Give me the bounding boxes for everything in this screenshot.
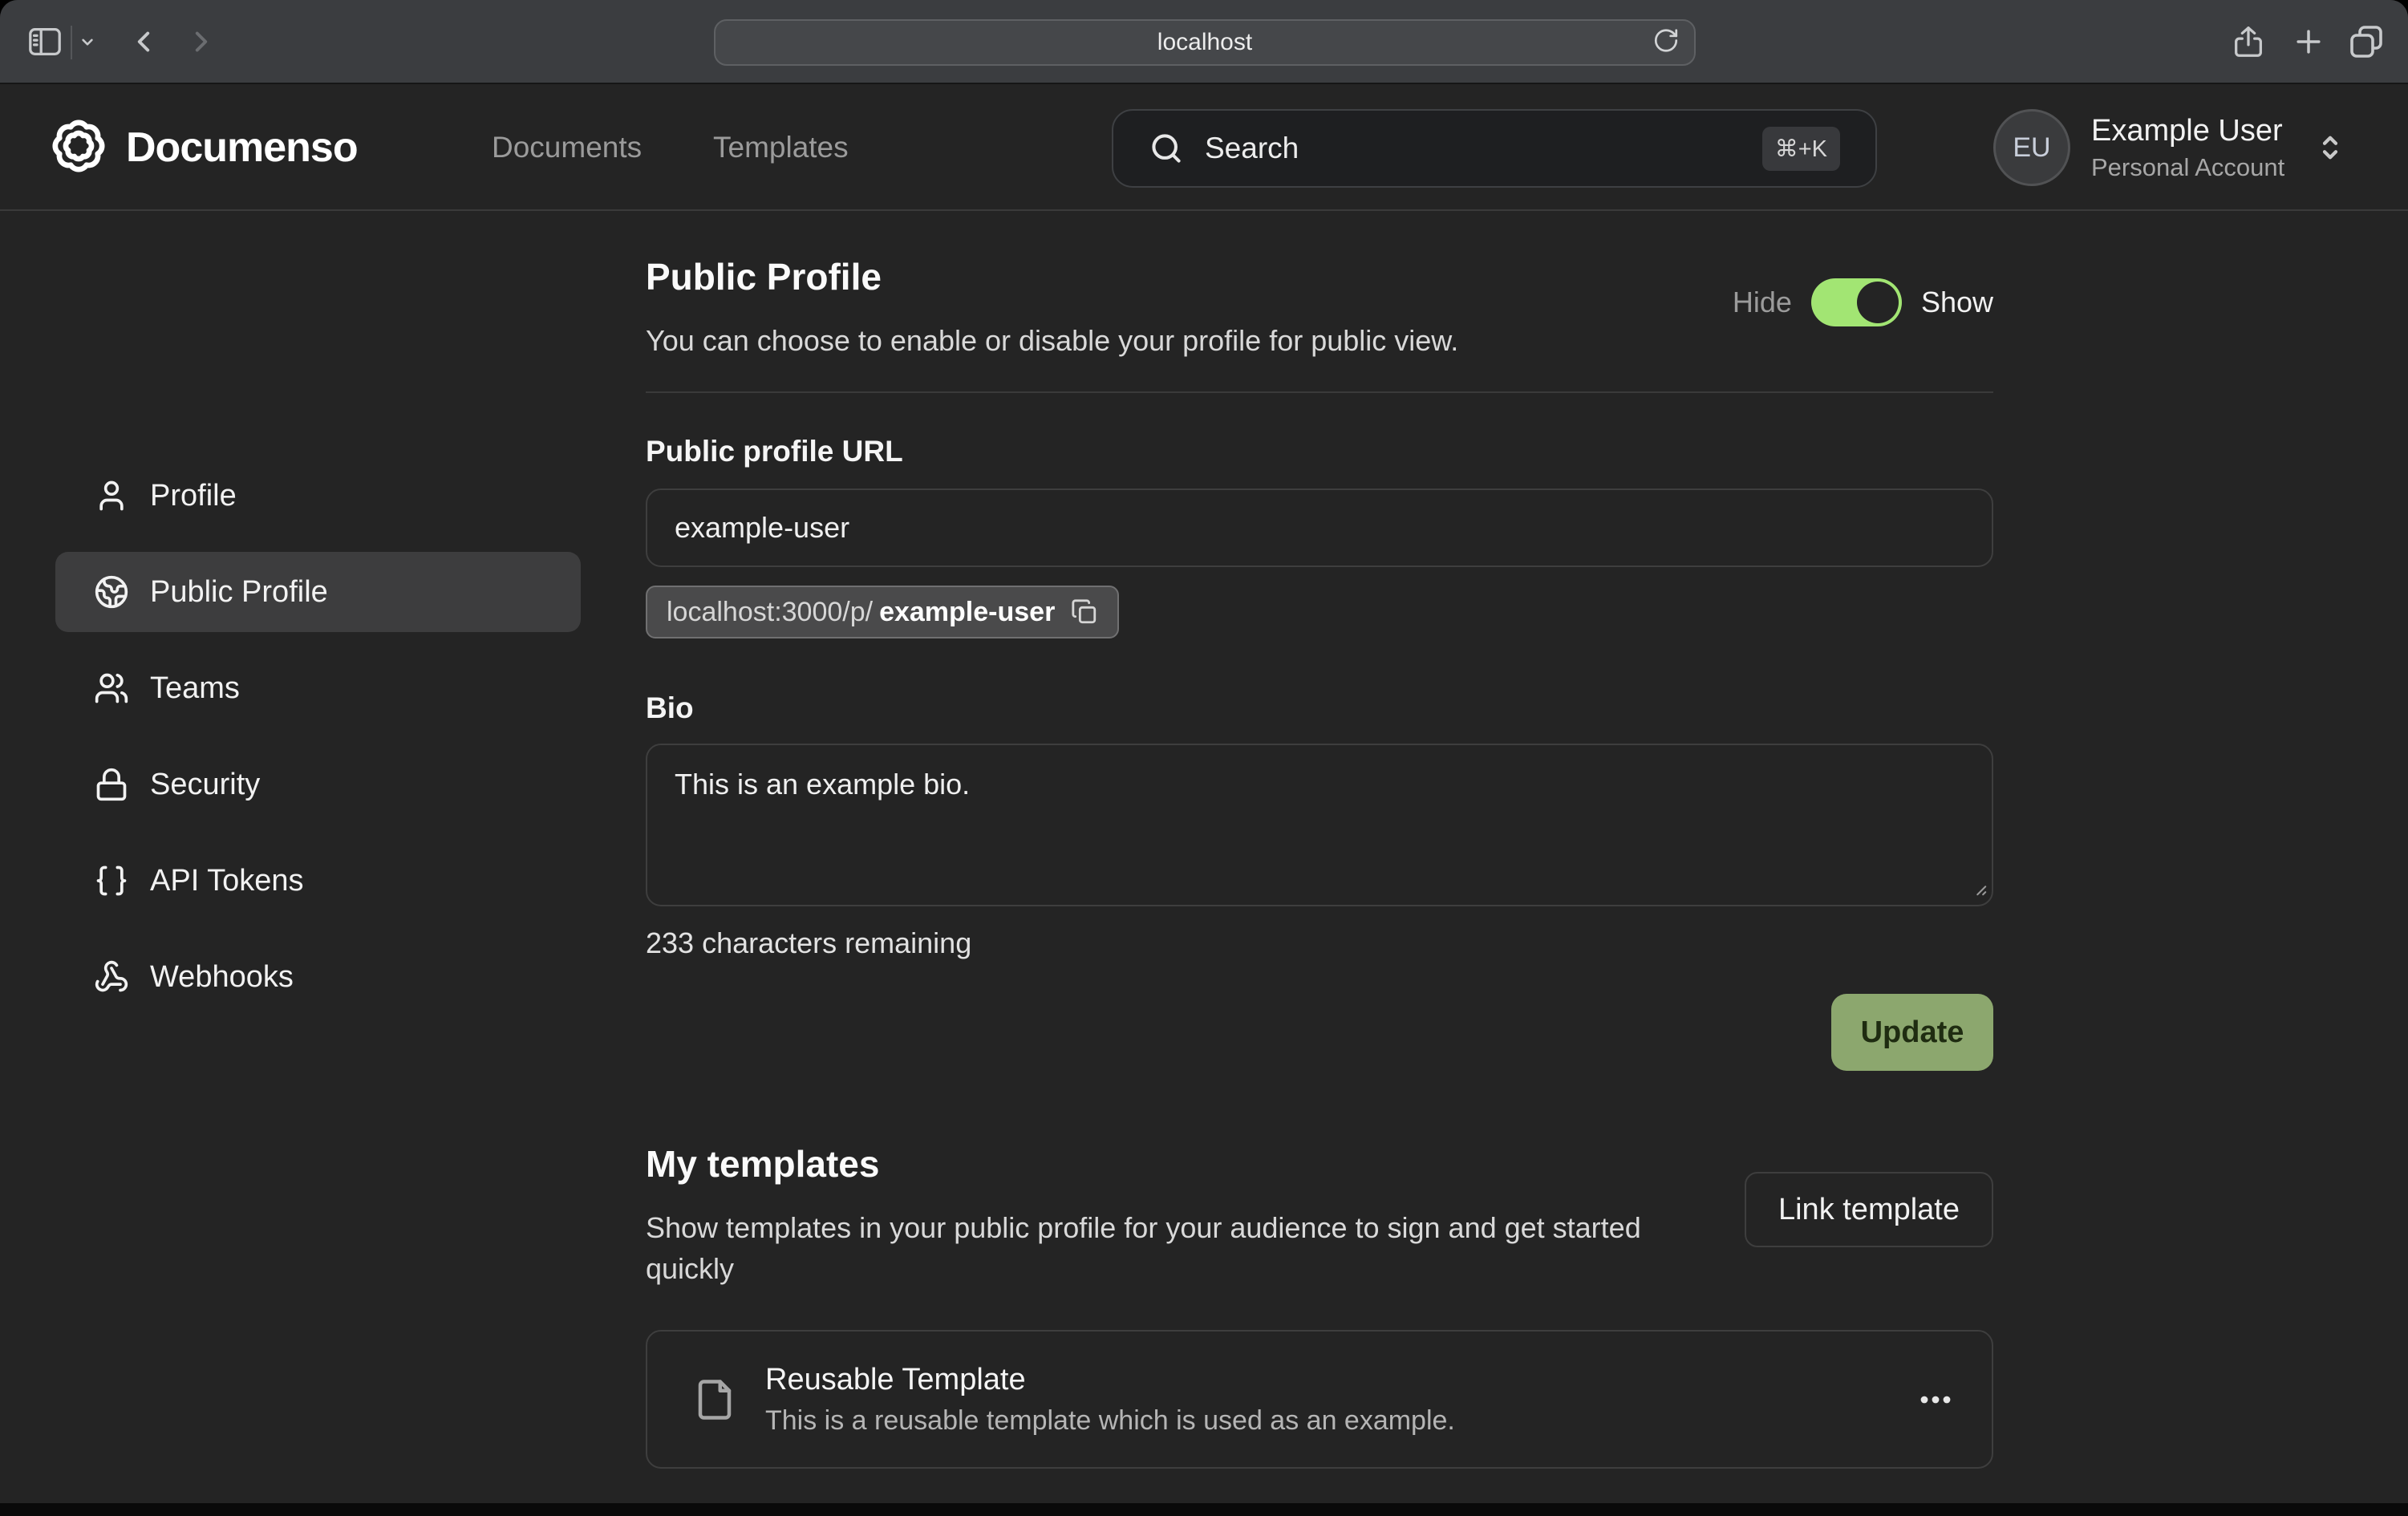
page-title: Public Profile xyxy=(646,255,882,298)
refresh-icon[interactable] xyxy=(1652,27,1680,59)
account-type: Personal Account xyxy=(2091,153,2284,182)
sidebar-item-label: Webhooks xyxy=(150,960,294,995)
settings-sidebar: Profile Public Profile Teams Security AP… xyxy=(55,456,581,1033)
page-subtitle: You can choose to enable or disable your… xyxy=(646,324,1458,358)
avatar: EU xyxy=(1993,109,2070,186)
profile-url-copy-pill[interactable]: localhost:3000/p/ example-user xyxy=(646,586,1119,638)
braces-icon xyxy=(94,863,129,898)
webhook-icon xyxy=(94,959,129,995)
nav-documents[interactable]: Documents xyxy=(492,86,642,209)
nav-templates[interactable]: Templates xyxy=(713,86,849,209)
tab-overview-icon[interactable] xyxy=(2347,22,2386,61)
my-templates-description: Show templates in your public profile fo… xyxy=(646,1207,1697,1289)
user-icon xyxy=(94,478,129,513)
forward-icon[interactable] xyxy=(184,25,218,59)
template-list-item[interactable]: Reusable Template This is a reusable tem… xyxy=(646,1330,1993,1469)
sidebar-item-teams[interactable]: Teams xyxy=(55,648,581,728)
back-icon[interactable] xyxy=(127,25,160,59)
users-icon xyxy=(94,671,129,706)
sidebar-item-label: Security xyxy=(150,768,260,802)
public-profile-url-input[interactable] xyxy=(646,488,1993,567)
bottom-edge xyxy=(0,1503,2408,1516)
template-name: Reusable Template xyxy=(765,1363,1455,1397)
share-icon[interactable] xyxy=(2230,22,2267,62)
public-profile-url-label: Public profile URL xyxy=(646,435,903,468)
app-header: Documenso Documents Templates Search ⌘+K… xyxy=(0,86,2408,211)
lock-icon xyxy=(94,767,129,802)
link-template-button[interactable]: Link template xyxy=(1745,1172,1993,1247)
search-input[interactable]: Search ⌘+K xyxy=(1112,109,1877,188)
template-description: This is a reusable template which is use… xyxy=(765,1405,1455,1437)
browser-window: localhost Documenso Documents Te xyxy=(0,0,2408,1516)
sidebar-toggle-icon[interactable] xyxy=(25,23,65,60)
account-name: Example User xyxy=(2091,114,2284,148)
account-menu[interactable]: EU Example User Personal Account xyxy=(1993,86,2347,209)
new-tab-icon[interactable] xyxy=(2291,24,2326,59)
profile-url-slug: example-user xyxy=(879,597,1055,628)
sidebar-item-public-profile[interactable]: Public Profile xyxy=(55,552,581,632)
sidebar-item-label: API Tokens xyxy=(150,864,304,898)
toggle-knob xyxy=(1857,282,1899,323)
my-templates-title: My templates xyxy=(646,1142,879,1186)
hide-label: Hide xyxy=(1733,286,1792,319)
sidebar-item-label: Teams xyxy=(150,671,240,706)
characters-remaining: 233 characters remaining xyxy=(646,926,971,960)
documenso-logo-icon xyxy=(51,118,107,178)
browser-toolbar: localhost xyxy=(0,0,2408,84)
address-bar-url: localhost xyxy=(1157,29,1252,56)
copy-icon[interactable] xyxy=(1071,598,1098,626)
update-button[interactable]: Update xyxy=(1831,994,1993,1071)
resize-handle-icon[interactable] xyxy=(1964,874,1988,902)
template-more-menu-icon[interactable] xyxy=(1916,1390,1955,1409)
brand[interactable]: Documenso xyxy=(51,86,358,209)
address-bar[interactable]: localhost xyxy=(714,19,1696,66)
bio-textarea[interactable]: This is an example bio. xyxy=(646,744,1993,906)
toolbar-separator xyxy=(71,26,72,59)
chevrons-up-down-icon xyxy=(2313,129,2347,166)
section-divider xyxy=(646,391,1993,393)
visibility-toggle-row: Hide Show xyxy=(1733,278,1993,326)
bio-label: Bio xyxy=(646,691,694,725)
sidebar-item-label: Profile xyxy=(150,479,237,513)
chevron-down-icon[interactable] xyxy=(77,31,98,52)
sidebar-item-webhooks[interactable]: Webhooks xyxy=(55,937,581,1017)
globe-icon xyxy=(94,574,129,610)
profile-url-prefix: localhost:3000/p/ xyxy=(667,597,873,628)
sidebar-item-label: Public Profile xyxy=(150,575,328,610)
sidebar-item-security[interactable]: Security xyxy=(55,744,581,825)
search-icon xyxy=(1149,131,1184,166)
search-shortcut-badge: ⌘+K xyxy=(1762,127,1840,171)
file-icon xyxy=(693,1372,736,1427)
brand-name: Documenso xyxy=(126,124,358,172)
profile-visibility-toggle[interactable] xyxy=(1811,278,1902,326)
search-placeholder: Search xyxy=(1205,132,1299,165)
sidebar-item-profile[interactable]: Profile xyxy=(55,456,581,536)
bio-field-wrap: This is an example bio. xyxy=(646,744,1993,906)
show-label: Show xyxy=(1921,286,1993,319)
sidebar-item-api-tokens[interactable]: API Tokens xyxy=(55,841,581,921)
